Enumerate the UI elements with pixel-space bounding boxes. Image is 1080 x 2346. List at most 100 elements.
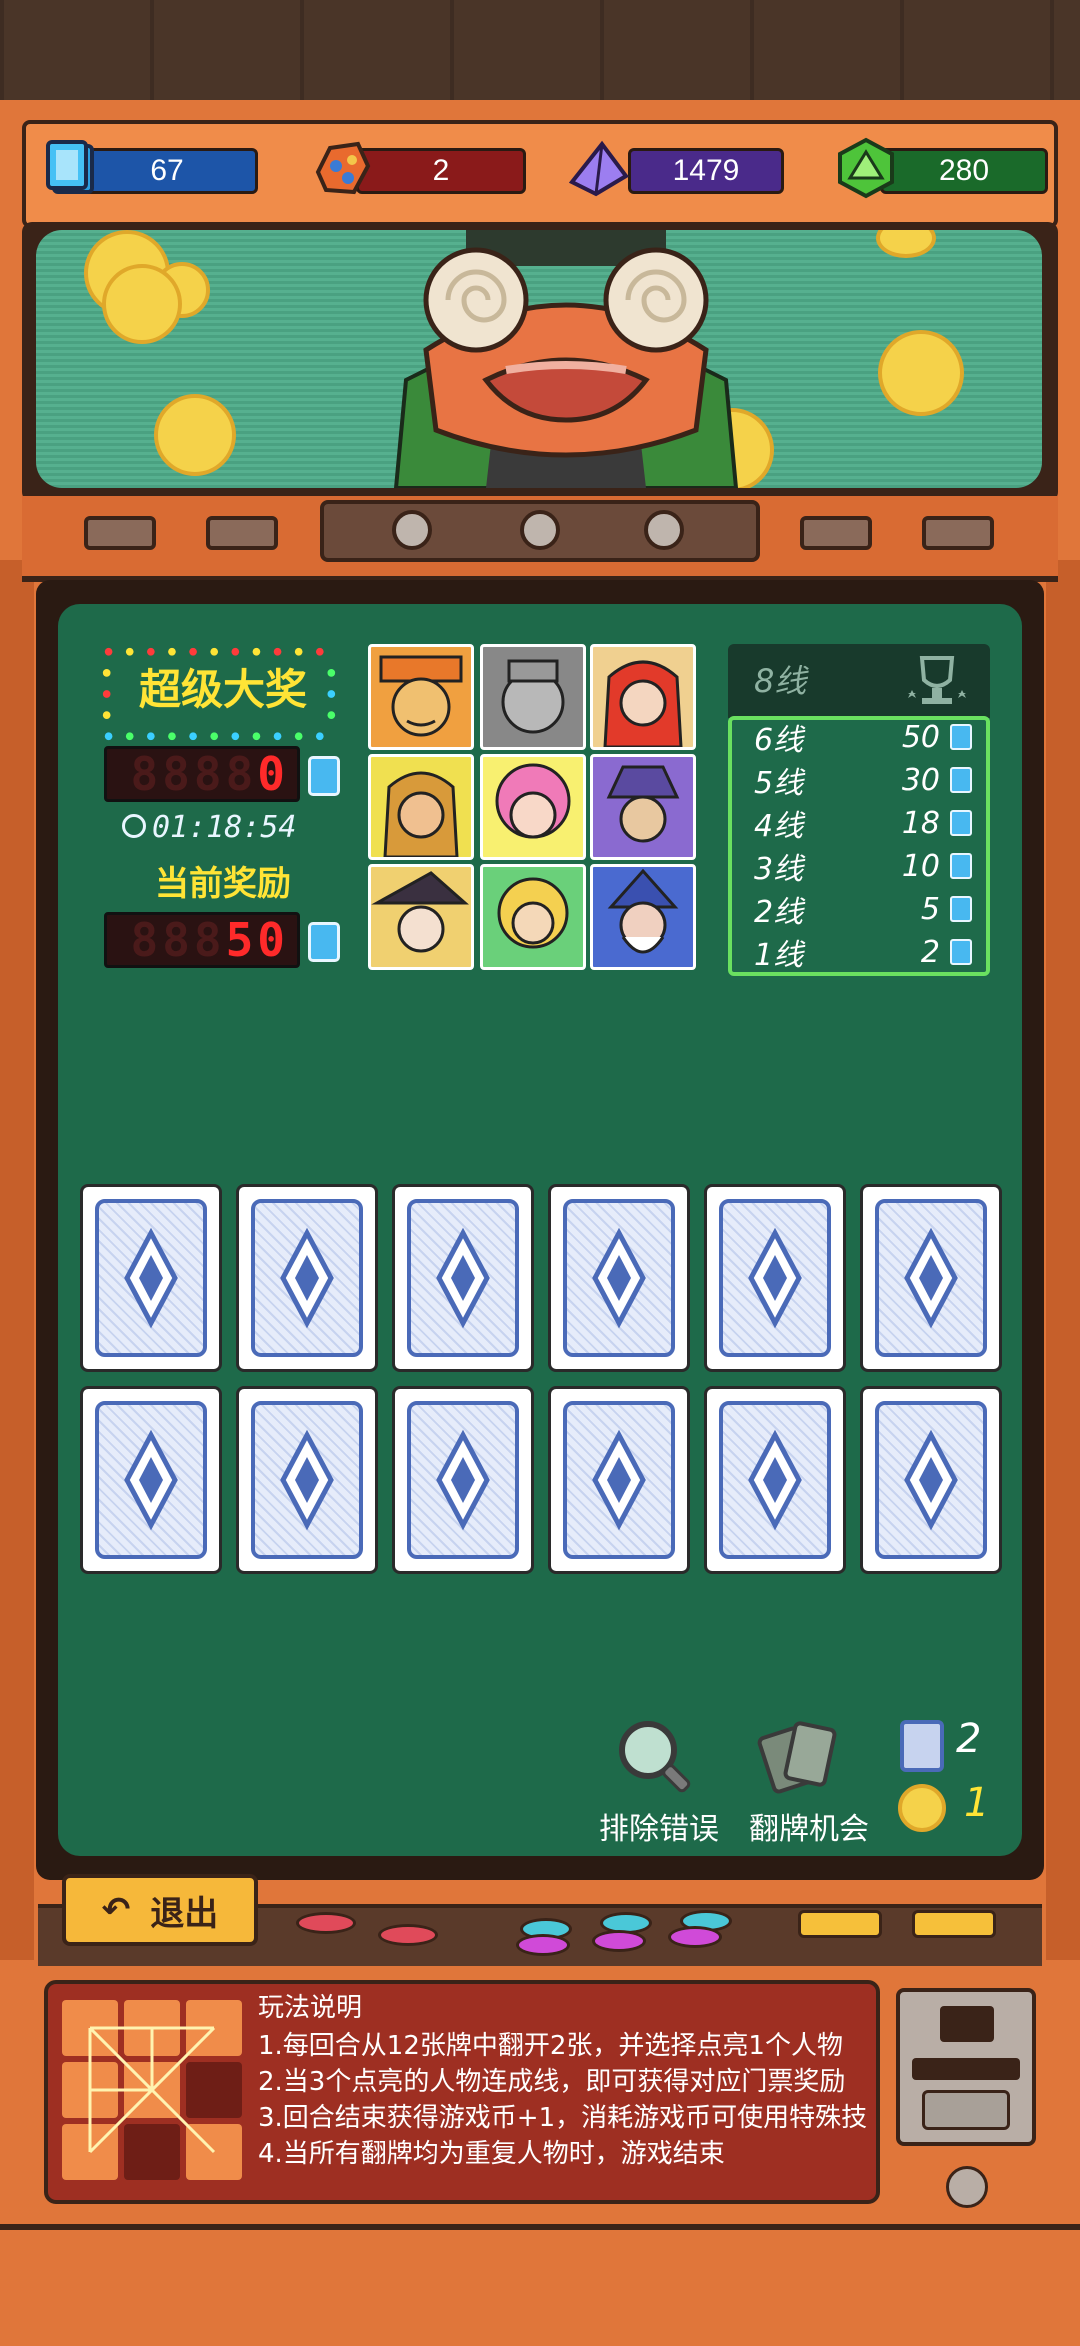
card-back-pattern (875, 1401, 987, 1559)
line-label: 3线 (754, 852, 804, 887)
card-diamond-icon (436, 1227, 490, 1329)
card-back-pattern (719, 1401, 831, 1559)
ticket-icon (950, 724, 972, 750)
ticket-icon (308, 756, 340, 796)
line-value: 2 (920, 934, 940, 970)
face-down-card[interactable] (548, 1386, 690, 1574)
ticket-icon (950, 810, 972, 836)
console-button-purple (668, 1926, 722, 1948)
character-portrait-wizard (590, 754, 696, 860)
face-down-card[interactable] (704, 1184, 846, 1372)
console-button-yellow (912, 1910, 996, 1938)
coin-slot-opening (940, 2006, 994, 2042)
led-ghost-digits: 888 (130, 913, 226, 967)
line-label: 2线 (754, 895, 804, 930)
line-value: 5 (920, 891, 940, 927)
knob (644, 510, 684, 550)
led-ghost-digits: 8888 (130, 747, 258, 801)
super-jackpot-value: 0 (257, 747, 289, 801)
console-button-purple (592, 1930, 646, 1952)
coin-count: 1 (964, 1780, 990, 1826)
line-reward-row: 2线 5 (732, 888, 986, 930)
line-reward-row: 4线 18 (732, 802, 986, 844)
jackpot-timer: 01:18:54 (152, 810, 297, 845)
crystal-pyramid-icon (568, 140, 629, 197)
ticket-card-icon (46, 140, 94, 194)
card-count-icon (900, 1720, 944, 1772)
magnifier-icon[interactable] (612, 1716, 702, 1800)
eliminate-errors-button[interactable]: 排除错误 (584, 1804, 734, 1848)
card-back-pattern (563, 1199, 675, 1357)
ticket-icon (950, 767, 972, 793)
card-back-pattern (875, 1199, 987, 1357)
face-down-card[interactable] (860, 1386, 1002, 1574)
coin-slot-machine (896, 1988, 1036, 2146)
card-count: 2 (956, 1716, 982, 1762)
character-portrait-hooded (368, 754, 474, 860)
flip-chance-button[interactable]: 翻牌机会 (734, 1804, 884, 1848)
card-diamond-icon (124, 1429, 178, 1531)
line-label: 4线 (754, 809, 804, 844)
character-portrait-pinkhair (480, 754, 586, 860)
coin-image (876, 230, 936, 258)
face-down-card[interactable] (392, 1386, 534, 1574)
card-back-pattern (95, 1401, 207, 1559)
gems-value: 2 (432, 154, 450, 187)
character-portrait-oldwizard (590, 864, 696, 970)
exit-button[interactable]: ↶ 退出 (62, 1874, 258, 1946)
face-down-card[interactable] (860, 1184, 1002, 1372)
flip-cards-icon[interactable] (756, 1716, 852, 1800)
console-button-red (378, 1924, 438, 1946)
face-down-card[interactable] (548, 1184, 690, 1372)
cabinet-side-right (1046, 560, 1080, 1960)
face-down-card[interactable] (236, 1184, 378, 1372)
face-down-card[interactable] (392, 1184, 534, 1372)
card-diamond-icon (592, 1227, 646, 1329)
knob (392, 510, 432, 550)
panel-slot (84, 516, 156, 550)
d20-dice-icon (838, 137, 894, 199)
face-down-card[interactable] (80, 1184, 222, 1372)
face-down-card[interactable] (236, 1386, 378, 1574)
panel-slot (922, 516, 994, 550)
ticket-icon (950, 896, 972, 922)
dice-value: 280 (938, 154, 990, 187)
coin-icon (898, 1784, 946, 1832)
card-diamond-icon (280, 1429, 334, 1531)
card-diamond-icon (748, 1429, 802, 1531)
instruction-line: 3.回合结束获得游戏币+1，消耗游戏币可使用特殊技 (258, 2103, 868, 2133)
console-button-purple (516, 1934, 570, 1956)
dice-counter: 280 (880, 148, 1048, 194)
card-diamond-icon (592, 1429, 646, 1531)
card-back-pattern (95, 1199, 207, 1357)
clock-icon (122, 814, 146, 838)
knob (520, 510, 560, 550)
instruction-line: 4.当所有翻牌均为重复人物时，游戏结束 (258, 2139, 725, 2169)
cabinet-base (0, 2224, 1080, 2346)
crystals-counter: 1479 (628, 148, 784, 194)
current-reward-label: 当前奖励 (155, 864, 291, 904)
card-diamond-icon (124, 1227, 178, 1329)
current-reward-display: 88850 (104, 912, 300, 968)
console-button-red (296, 1912, 356, 1934)
line-label: 1线 (754, 938, 804, 973)
banner-screen (36, 230, 1042, 488)
card-diamond-icon (904, 1227, 958, 1329)
gem-stone-icon (315, 141, 371, 195)
card-back-pattern (719, 1199, 831, 1357)
character-portrait-knight (480, 644, 586, 750)
card-diamond-icon (748, 1227, 802, 1329)
face-down-card[interactable] (704, 1386, 846, 1574)
ticket-icon (308, 922, 340, 962)
coin-return-slot (912, 2058, 1020, 2080)
panel-slot (206, 516, 278, 550)
panel-slot (800, 516, 872, 550)
jackpot-title: 超级大奖 (138, 665, 307, 714)
coin-door (922, 2090, 1010, 2130)
super-jackpot-display: 88880 (104, 746, 300, 802)
line-reward-row: 5线 30 (732, 759, 986, 801)
character-portrait-redhair (590, 644, 696, 750)
card-back-pattern (251, 1199, 363, 1357)
card-diamond-icon (436, 1429, 490, 1531)
face-down-card[interactable] (80, 1386, 222, 1574)
